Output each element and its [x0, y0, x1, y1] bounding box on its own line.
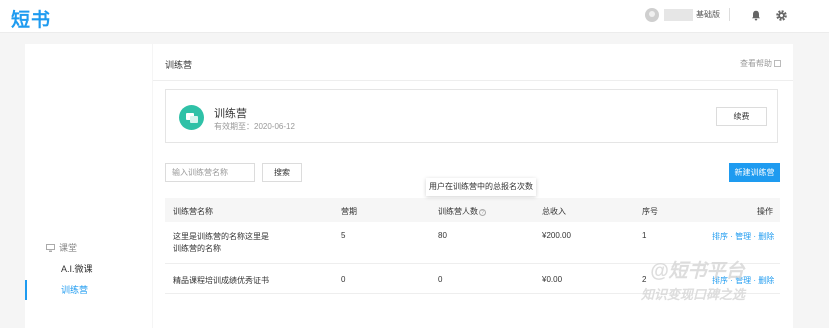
col-header-income: 总收入 — [542, 207, 566, 216]
sidebar-item-bootcamp[interactable]: 训练营 — [25, 280, 152, 300]
divider — [729, 8, 730, 21]
chat-bubbles-icon — [179, 105, 204, 130]
sort-link[interactable]: 排序 — [712, 232, 728, 241]
help-label: 查看帮助 — [740, 59, 772, 68]
watermark-line2: 知识变现口碑之选 — [641, 287, 746, 302]
product-card: 训练营 有效期至：2020-06-12 续费 — [165, 89, 778, 143]
table-header: 训练营名称 营期 训练营人数? 总收入 序号 操作 — [165, 198, 780, 222]
info-icon[interactable]: ? — [479, 209, 486, 216]
col-header-members: 训练营人数? — [438, 206, 486, 217]
row-order: 1 — [642, 231, 647, 240]
delete-link[interactable]: 删除 — [758, 232, 774, 241]
plan-tag: 基础版 — [696, 10, 720, 19]
classroom-icon — [46, 244, 55, 252]
sidebar-group-label: 课堂 — [59, 243, 78, 253]
renew-button[interactable]: 续费 — [716, 107, 767, 126]
row-income: ¥0.00 — [542, 275, 563, 284]
sidebar-item-ai-microcourse[interactable]: A.I.微课 — [25, 259, 152, 279]
col-header-sessions: 营期 — [341, 207, 357, 216]
members-tooltip: 用户在训练营中的总报名次数 — [426, 178, 536, 196]
row-sessions: 5 — [341, 231, 346, 240]
search-input[interactable]: 输入训练营名称 — [165, 163, 255, 182]
app-logo[interactable]: 短书 — [11, 5, 51, 32]
action-separator: · — [753, 276, 757, 285]
sidebar: 课堂 A.I.微课 训练营 — [25, 44, 152, 328]
col-header-members-label: 训练营人数 — [438, 207, 478, 216]
top-bar: 短书 基础版 — [0, 0, 829, 33]
search-button[interactable]: 搜索 — [262, 163, 302, 182]
product-name: 训练营 — [214, 108, 247, 120]
watermark-line1: @短书平台 — [650, 261, 745, 282]
page-title: 训练营 — [165, 60, 193, 70]
row-order: 2 — [642, 275, 647, 284]
col-header-order: 序号 — [642, 207, 658, 216]
row-income: ¥200.00 — [542, 231, 571, 240]
action-separator: · — [730, 232, 733, 241]
row-members: 0 — [438, 275, 443, 284]
product-expire-date: 有效期至：2020-06-12 — [214, 122, 295, 131]
row-name-line2: 训练营的名称 — [173, 244, 221, 253]
gear-icon[interactable] — [775, 9, 788, 22]
row-name-line1: 这里是训练营的名称这里是 — [173, 232, 269, 241]
row-name-line1: 精品课程培训成绩优秀证书 — [173, 276, 269, 285]
main-header: 训练营 查看帮助 — [153, 44, 793, 81]
user-avatar[interactable] — [645, 8, 659, 22]
row-members: 80 — [438, 231, 447, 240]
row-actions: 排序 · 管理 · 删除 — [712, 231, 774, 242]
manage-link[interactable]: 管理 — [735, 232, 751, 241]
sidebar-group-classroom: 课堂 — [46, 241, 77, 254]
row-sessions: 0 — [341, 275, 346, 284]
col-header-actions: 操作 — [757, 207, 773, 216]
new-bootcamp-button[interactable]: 新建训练营 — [729, 163, 780, 182]
col-header-name: 训练营名称 — [173, 207, 213, 216]
bell-icon[interactable] — [751, 10, 761, 21]
help-link[interactable]: 查看帮助 — [740, 58, 781, 69]
user-name-redacted — [664, 9, 693, 21]
action-separator: · — [753, 232, 757, 241]
delete-link[interactable]: 删除 — [758, 276, 774, 285]
help-icon — [774, 60, 781, 67]
